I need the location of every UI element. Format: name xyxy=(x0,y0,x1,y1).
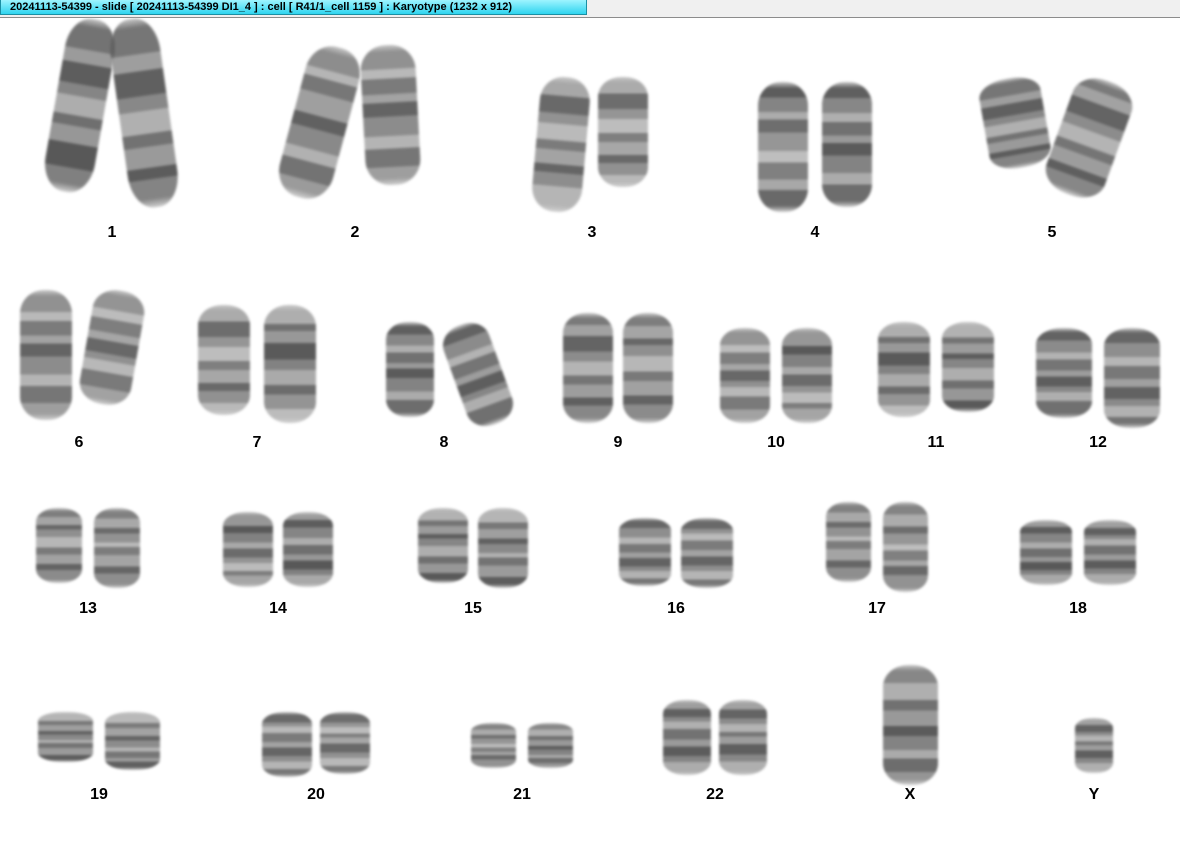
chromosome-12-right[interactable] xyxy=(1104,328,1160,428)
chromosome-17-right[interactable] xyxy=(883,502,928,592)
chromosome-8-left[interactable] xyxy=(386,322,434,417)
chromosome-label-3: 3 xyxy=(587,224,597,241)
chromosome-4-right[interactable] xyxy=(822,82,872,207)
window-title-tab[interactable]: 20241113-54399 - slide [ 20241113-54399 … xyxy=(0,0,587,15)
chromosome-label-6: 6 xyxy=(74,434,84,451)
chromosome-label-20: 20 xyxy=(307,786,325,803)
chromosome-19-right[interactable] xyxy=(105,712,160,770)
chromosome-label-22: 22 xyxy=(706,786,724,803)
chromosome-label-y: Y xyxy=(1088,786,1100,803)
chromosome-20-left[interactable] xyxy=(262,712,312,777)
chromosome-label-15: 15 xyxy=(464,600,482,617)
karyotype-canvas: 1 2 3 4 5 6 7 8 9 10 11 12 13 14 15 16 17 18 19 20 21 22 X Y xyxy=(0,14,1180,857)
chromosome-label-7: 7 xyxy=(252,434,262,451)
chromosome-19-left[interactable] xyxy=(38,712,93,762)
chromosome-2-right[interactable] xyxy=(359,43,422,187)
chromosome-7-right[interactable] xyxy=(264,305,316,423)
chromosome-label-14: 14 xyxy=(269,600,287,617)
chromosome-1-left[interactable] xyxy=(40,14,120,197)
chromosome-9-right[interactable] xyxy=(623,313,673,423)
chromosome-y-single[interactable] xyxy=(1075,718,1113,773)
chromosome-3-left[interactable] xyxy=(530,75,592,214)
chromosome-3-right[interactable] xyxy=(598,77,648,187)
chromosome-5-right[interactable] xyxy=(1039,71,1139,205)
chromosome-12-left[interactable] xyxy=(1036,328,1092,418)
chromosome-13-right[interactable] xyxy=(94,508,140,588)
chromosome-label-8: 8 xyxy=(439,434,449,451)
chromosome-5-left[interactable] xyxy=(976,73,1054,173)
chromosome-13-left[interactable] xyxy=(36,508,82,583)
chromosome-9-left[interactable] xyxy=(563,313,613,423)
chromosome-21-right[interactable] xyxy=(528,723,573,768)
chromosome-label-18: 18 xyxy=(1069,600,1087,617)
chromosome-label-13: 13 xyxy=(79,600,97,617)
chromosome-label-1: 1 xyxy=(107,224,117,241)
chromosome-1-right[interactable] xyxy=(106,15,182,211)
chromosome-15-right[interactable] xyxy=(478,508,528,588)
chromosome-21-left[interactable] xyxy=(471,723,516,768)
chromosome-label-12: 12 xyxy=(1089,434,1107,451)
chromosome-15-left[interactable] xyxy=(418,508,468,583)
chromosome-11-right[interactable] xyxy=(942,322,994,412)
chromosome-label-21: 21 xyxy=(513,786,531,803)
chromosome-label-16: 16 xyxy=(667,600,685,617)
chromosome-10-left[interactable] xyxy=(720,328,770,423)
chromosome-14-right[interactable] xyxy=(283,512,333,587)
chromosome-18-left[interactable] xyxy=(1020,520,1072,585)
chromosome-2-left[interactable] xyxy=(272,40,367,205)
chromosome-label-x: X xyxy=(904,786,916,803)
chromosome-x-single[interactable] xyxy=(882,665,938,785)
chromosome-17-left[interactable] xyxy=(826,502,871,582)
chromosome-16-left[interactable] xyxy=(619,518,671,586)
chromosome-14-left[interactable] xyxy=(223,512,273,587)
chromosome-16-right[interactable] xyxy=(681,518,733,588)
chromosome-label-5: 5 xyxy=(1047,224,1057,241)
chromosome-22-right[interactable] xyxy=(719,700,767,775)
chromosome-20-right[interactable] xyxy=(320,712,370,774)
chromosome-label-11: 11 xyxy=(927,434,945,451)
chromosome-4-left[interactable] xyxy=(758,82,808,212)
chromosome-label-4: 4 xyxy=(810,224,820,241)
chromosome-7-left[interactable] xyxy=(198,305,250,415)
chromosome-label-10: 10 xyxy=(767,434,785,451)
chromosome-10-right[interactable] xyxy=(782,328,832,423)
chromosome-22-left[interactable] xyxy=(663,700,711,775)
chromosome-8-right[interactable] xyxy=(437,316,519,433)
chromosome-6-right[interactable] xyxy=(76,286,148,409)
window-title-bar: 20241113-54399 - slide [ 20241113-54399 … xyxy=(0,0,1180,18)
chromosome-6-left[interactable] xyxy=(20,290,72,420)
chromosome-label-2: 2 xyxy=(350,224,360,241)
chromosome-18-right[interactable] xyxy=(1084,520,1136,585)
chromosome-11-left[interactable] xyxy=(878,322,930,417)
chromosome-label-17: 17 xyxy=(868,600,886,617)
chromosome-label-9: 9 xyxy=(613,434,623,451)
chromosome-label-19: 19 xyxy=(90,786,108,803)
